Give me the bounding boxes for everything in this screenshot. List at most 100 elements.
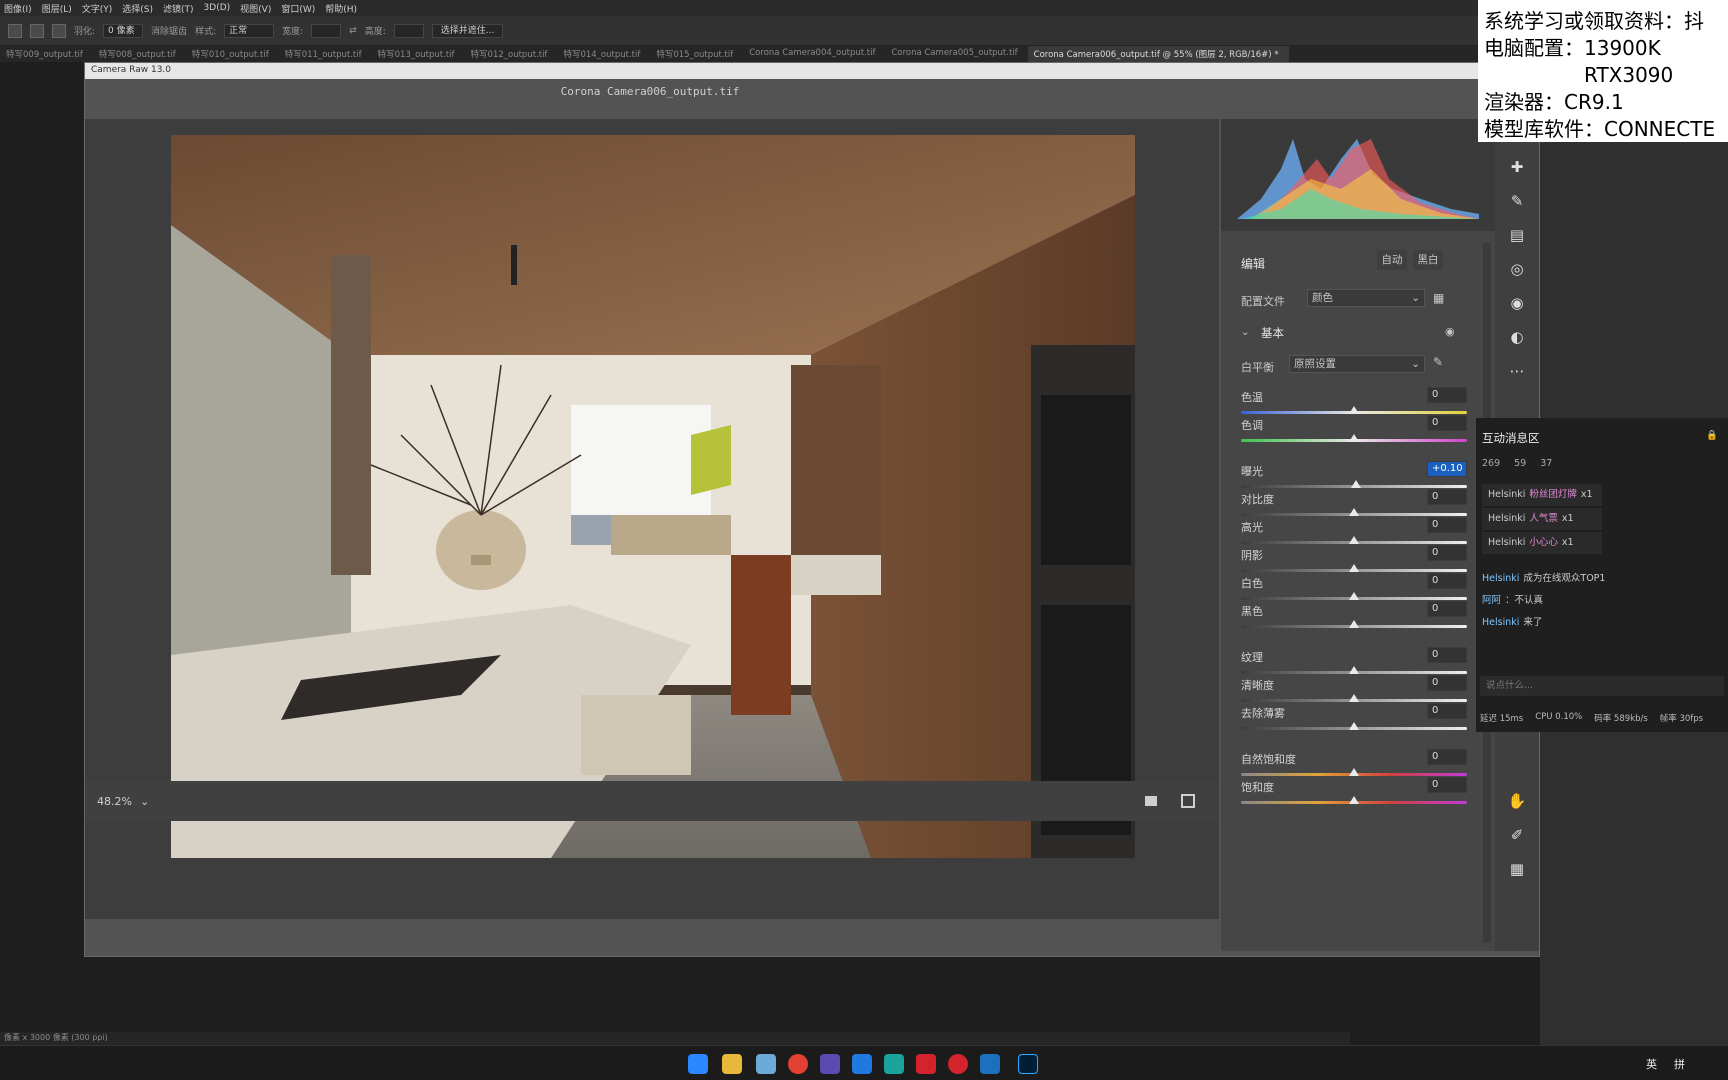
redeye-icon[interactable]: ◉ bbox=[1507, 293, 1527, 313]
slider-thumb[interactable] bbox=[1349, 722, 1359, 730]
heal-icon[interactable]: ✚ bbox=[1507, 157, 1527, 177]
slider-thumb[interactable] bbox=[1349, 796, 1359, 804]
document-tab[interactable]: 特写012_output.tif bbox=[465, 46, 558, 62]
menu-item[interactable]: 文字(Y) bbox=[82, 2, 113, 15]
sampler-icon[interactable]: ✐ bbox=[1507, 825, 1527, 845]
explorer-icon[interactable] bbox=[722, 1054, 742, 1074]
slider-value[interactable]: 0 bbox=[1427, 517, 1467, 533]
swap-icon[interactable]: ⇄ bbox=[349, 26, 357, 36]
ime-mode[interactable]: 拼 bbox=[1674, 1056, 1685, 1072]
app-icon[interactable] bbox=[884, 1054, 904, 1074]
chat-input[interactable]: 说点什么... bbox=[1480, 676, 1724, 696]
menu-item[interactable]: 图像(I) bbox=[4, 2, 32, 15]
compare-view-icon[interactable] bbox=[1181, 794, 1195, 808]
slider-thumb[interactable] bbox=[1349, 508, 1359, 516]
menu-item[interactable]: 图层(L) bbox=[42, 2, 72, 15]
slider-value[interactable]: 0 bbox=[1427, 545, 1467, 561]
slider-value[interactable]: 0 bbox=[1427, 703, 1467, 719]
hand-icon[interactable]: ✋ bbox=[1507, 791, 1527, 811]
slider-thumb[interactable] bbox=[1349, 434, 1359, 442]
slider-11[interactable]: 自然饱和度 0 bbox=[1241, 749, 1467, 776]
slider-7[interactable]: 黑色 0 bbox=[1241, 601, 1467, 628]
ime-lang[interactable]: 英 bbox=[1646, 1056, 1657, 1072]
document-tab[interactable]: Corona Camera006_output.tif @ 55% (图层 2,… bbox=[1027, 46, 1289, 62]
slider-value[interactable]: +0.10 bbox=[1427, 461, 1467, 477]
slider-thumb[interactable] bbox=[1349, 694, 1359, 702]
slider-thumb[interactable] bbox=[1349, 592, 1359, 600]
slider-value[interactable]: 0 bbox=[1427, 749, 1467, 765]
chevron-down-icon[interactable]: ⌄ bbox=[1241, 327, 1249, 338]
profile-select[interactable]: 颜色 ⌄ bbox=[1307, 289, 1425, 307]
menu-item[interactable]: 滤镜(T) bbox=[163, 2, 194, 15]
app-icon[interactable] bbox=[916, 1054, 936, 1074]
zoom-level[interactable]: 48.2% bbox=[97, 795, 132, 808]
slider-value[interactable]: 0 bbox=[1427, 601, 1467, 617]
app-icon[interactable] bbox=[820, 1054, 840, 1074]
bw-button[interactable]: 黑白 bbox=[1413, 250, 1443, 270]
height-input[interactable] bbox=[393, 23, 424, 38]
document-tab[interactable]: 特写015_output.tif bbox=[650, 46, 743, 62]
auto-button[interactable]: 自动 bbox=[1377, 250, 1407, 270]
slider-2[interactable]: 曝光 +0.10 bbox=[1241, 461, 1467, 488]
menu-item[interactable]: 选择(S) bbox=[122, 2, 153, 15]
radial-icon[interactable]: ◎ bbox=[1507, 259, 1527, 279]
brush-icon[interactable]: ✎ bbox=[1507, 191, 1527, 211]
slider-5[interactable]: 阴影 0 bbox=[1241, 545, 1467, 572]
document-tab[interactable]: 特写011_output.tif bbox=[279, 46, 372, 62]
eye-icon[interactable]: ◉ bbox=[1445, 325, 1455, 338]
slider-value[interactable]: 0 bbox=[1427, 675, 1467, 691]
presets-icon[interactable]: ◐ bbox=[1507, 327, 1527, 347]
app-icon[interactable] bbox=[756, 1054, 776, 1074]
menu-item[interactable]: 3D(D) bbox=[204, 3, 231, 13]
slider-3[interactable]: 对比度 0 bbox=[1241, 489, 1467, 516]
slider-10[interactable]: 去除薄雾 0 bbox=[1241, 703, 1467, 730]
slider-9[interactable]: 清晰度 0 bbox=[1241, 675, 1467, 702]
profile-browser-icon[interactable]: ▦ bbox=[1433, 291, 1444, 305]
app-icon[interactable] bbox=[852, 1054, 872, 1074]
slider-thumb[interactable] bbox=[1349, 768, 1359, 776]
photoshop-icon[interactable] bbox=[1018, 1054, 1038, 1074]
slider-value[interactable]: 0 bbox=[1427, 489, 1467, 505]
slider-value[interactable]: 0 bbox=[1427, 387, 1467, 403]
add-selection-button[interactable] bbox=[30, 23, 44, 38]
slider-thumb[interactable] bbox=[1349, 536, 1359, 544]
basic-section-title[interactable]: 基本 bbox=[1261, 325, 1284, 341]
document-tab[interactable]: 特写013_output.tif bbox=[372, 46, 465, 62]
slider-thumb[interactable] bbox=[1349, 406, 1359, 414]
lock-icon[interactable]: 🔒 bbox=[1706, 430, 1718, 441]
eyedropper-icon[interactable]: ✎ bbox=[1433, 355, 1443, 369]
slider-6[interactable]: 白色 0 bbox=[1241, 573, 1467, 600]
document-tab[interactable]: 特写008_output.tif bbox=[93, 46, 186, 62]
width-input[interactable] bbox=[311, 23, 342, 38]
start-icon[interactable] bbox=[688, 1054, 708, 1074]
slider-8[interactable]: 纹理 0 bbox=[1241, 647, 1467, 674]
slider-value[interactable]: 0 bbox=[1427, 573, 1467, 589]
menu-item[interactable]: 窗口(W) bbox=[281, 2, 315, 15]
document-tab[interactable]: 特写014_output.tif bbox=[557, 46, 650, 62]
slider-4[interactable]: 高光 0 bbox=[1241, 517, 1467, 544]
chrome-icon[interactable] bbox=[788, 1054, 808, 1074]
document-tab[interactable]: Corona Camera004_output.tif bbox=[743, 46, 885, 62]
single-view-icon[interactable] bbox=[1145, 796, 1157, 806]
document-tab[interactable]: 特写010_output.tif bbox=[186, 46, 279, 62]
slider-1[interactable]: 色调 0 bbox=[1241, 415, 1467, 442]
subtract-selection-button[interactable] bbox=[52, 23, 66, 38]
grid-icon[interactable]: ▦ bbox=[1507, 859, 1527, 879]
feather-input[interactable]: 0 像素 bbox=[103, 23, 144, 38]
slider-thumb[interactable] bbox=[1349, 564, 1359, 572]
chevron-down-icon[interactable]: ⌄ bbox=[140, 795, 149, 808]
slider-thumb[interactable] bbox=[1349, 620, 1359, 628]
wb-select[interactable]: 原照设置 ⌄ bbox=[1289, 355, 1425, 373]
document-tab[interactable]: Corona Camera005_output.tif bbox=[885, 46, 1027, 62]
slider-thumb[interactable] bbox=[1351, 480, 1362, 488]
music-icon[interactable] bbox=[948, 1054, 968, 1074]
menu-item[interactable]: 帮助(H) bbox=[325, 2, 357, 15]
menu-item[interactable]: 视图(V) bbox=[240, 2, 271, 15]
document-tab[interactable]: 特写009_output.tif bbox=[0, 46, 93, 62]
more-icon[interactable]: ⋯ bbox=[1507, 361, 1527, 381]
slider-0[interactable]: 色温 0 bbox=[1241, 387, 1467, 414]
select-and-mask-button[interactable]: 选择并遮住... bbox=[431, 23, 504, 38]
slider-12[interactable]: 饱和度 0 bbox=[1241, 777, 1467, 804]
gradient-icon[interactable]: ▤ bbox=[1507, 225, 1527, 245]
antialias-checkbox[interactable]: 消除锯齿 bbox=[151, 24, 187, 37]
